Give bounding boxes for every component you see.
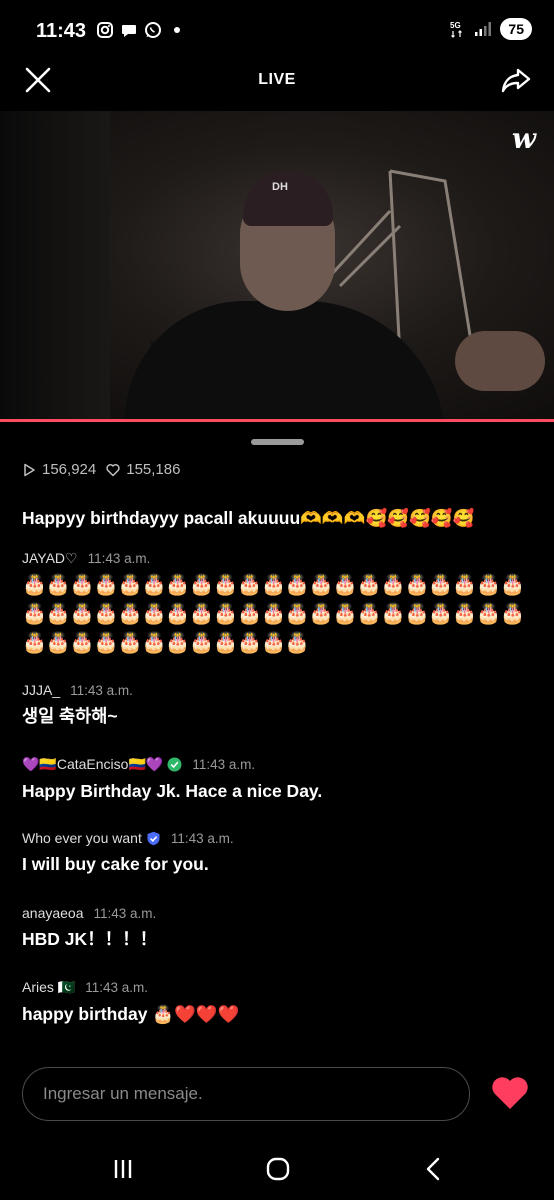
- like-count: 155,186: [106, 461, 180, 478]
- svg-text:5G: 5G: [450, 21, 461, 30]
- chat-message-header: Aries 🇵🇰 11:43 a.m.: [22, 979, 542, 996]
- chat-timestamp: 11:43 a.m.: [85, 980, 149, 995]
- chat-message: JJJA_ 11:43 a.m. 생일 축하해~: [22, 682, 542, 730]
- chat-timestamp: 11:43 a.m.: [192, 757, 256, 772]
- play-icon: [24, 463, 35, 476]
- chat-message-text: Happyy birthdayyy pacall akuuuu🫶🫶🫶🥰🥰🥰🥰🥰: [22, 508, 475, 528]
- weverse-logo: w: [511, 122, 536, 155]
- chat-timestamp: 11:43 a.m.: [87, 551, 151, 566]
- verified-badge-icon: [167, 757, 182, 772]
- nav-recents-icon[interactable]: [108, 1156, 138, 1182]
- battery-indicator: 75: [500, 18, 532, 40]
- chat-message: Who ever you want 11:43 a.m. I will buy …: [22, 830, 542, 878]
- chat-message-text: HBD JK！！！！: [22, 929, 158, 949]
- like-count-value: 155,186: [126, 461, 181, 478]
- status-time: 11:43: [36, 20, 87, 42]
- status-bar: 11:43 5G 75: [0, 0, 554, 60]
- chat-message-header: anayaeoa 11:43 a.m.: [22, 905, 542, 921]
- chat-message-header: Who ever you want 11:43 a.m.: [22, 830, 542, 846]
- chat-message-text: 🎂🎂🎂🎂🎂🎂🎂🎂🎂🎂🎂🎂🎂🎂🎂🎂🎂🎂🎂🎂🎂🎂🎂🎂🎂🎂🎂🎂🎂🎂🎂🎂🎂🎂🎂🎂🎂🎂🎂🎂…: [22, 574, 525, 654]
- network-5g-icon: 5G: [450, 21, 463, 38]
- chat-message: anayaeoa 11:43 a.m. HBD JK！！！！: [22, 905, 542, 953]
- chat-username[interactable]: Who ever you want: [22, 830, 142, 846]
- video-background-wall: [0, 111, 110, 420]
- chat-username[interactable]: anayaeoa: [22, 905, 84, 921]
- chat-message: Aries 🇵🇰 11:43 a.m. happy birthday 🎂❤️❤️…: [22, 979, 542, 1028]
- status-notification-icons: [96, 21, 180, 39]
- chat-username[interactable]: JJJA_: [22, 682, 60, 698]
- chat-message: 💜🇨🇴CataEnciso🇨🇴💜 11:43 a.m. Happy Birthd…: [22, 756, 542, 805]
- chat-message-header: 💜🇨🇴CataEnciso🇨🇴💜 11:43 a.m.: [22, 756, 542, 773]
- message-composer: [22, 1067, 542, 1121]
- signal-icon: [475, 22, 492, 36]
- nav-back-icon[interactable]: [419, 1156, 449, 1182]
- chat-message: JAYAD♡ 11:43 a.m. 🎂🎂🎂🎂🎂🎂🎂🎂🎂🎂🎂🎂🎂🎂🎂🎂🎂🎂🎂🎂🎂🎂…: [22, 550, 542, 658]
- chat-message: Happyy birthdayyy pacall akuuuu🫶🫶🫶🥰🥰🥰🥰🥰: [22, 500, 542, 532]
- chat-message-header: JJJA_ 11:43 a.m.: [22, 682, 542, 698]
- video-person-cap: [243, 171, 333, 226]
- play-count-value: 156,924: [42, 461, 97, 478]
- more-notifications-dot: [174, 27, 180, 33]
- nav-home-icon[interactable]: [263, 1156, 293, 1182]
- chat-message-text: I will buy cake for you.: [22, 854, 209, 874]
- chat-username[interactable]: Aries 🇵🇰: [22, 979, 75, 996]
- drag-handle[interactable]: [251, 439, 304, 445]
- heart-icon[interactable]: [490, 1075, 530, 1111]
- chat-timestamp: 11:43 a.m.: [70, 682, 133, 698]
- page-title: LIVE: [258, 71, 296, 88]
- chat-icon: [122, 25, 136, 37]
- instagram-icon: [97, 22, 113, 38]
- chat-username[interactable]: JAYAD♡: [22, 550, 78, 567]
- chat-timestamp: 11:43 a.m.: [93, 905, 157, 921]
- system-nav-bar: [0, 1140, 554, 1200]
- whatsapp-icon: [145, 22, 161, 38]
- chat-message-header: JAYAD♡ 11:43 a.m.: [22, 550, 542, 567]
- heart-outline-icon: [106, 463, 120, 476]
- message-input[interactable]: [22, 1067, 470, 1121]
- chat-message-text: Happy Birthday Jk. Hace a nice Day.: [22, 781, 323, 801]
- video-cap-logo: DH: [272, 181, 288, 193]
- chat-timestamp: 11:43 a.m.: [170, 830, 234, 846]
- chat-username[interactable]: 💜🇨🇴CataEnciso🇨🇴💜: [22, 756, 163, 773]
- share-icon[interactable]: [500, 66, 532, 94]
- status-right: 5G 75: [450, 18, 532, 40]
- video-person-hand: [455, 331, 545, 391]
- live-stats: 156,924 155,186: [22, 461, 190, 478]
- video-progress-bar: [0, 419, 554, 422]
- chat-message-text: happy birthday 🎂❤️❤️❤️: [22, 1004, 240, 1024]
- verified-badge-icon: [147, 831, 160, 845]
- live-header: LIVE: [0, 60, 554, 104]
- play-count: 156,924: [22, 461, 96, 478]
- live-video[interactable]: DH: [0, 111, 554, 420]
- chat-message-text: 생일 축하해~: [22, 706, 118, 726]
